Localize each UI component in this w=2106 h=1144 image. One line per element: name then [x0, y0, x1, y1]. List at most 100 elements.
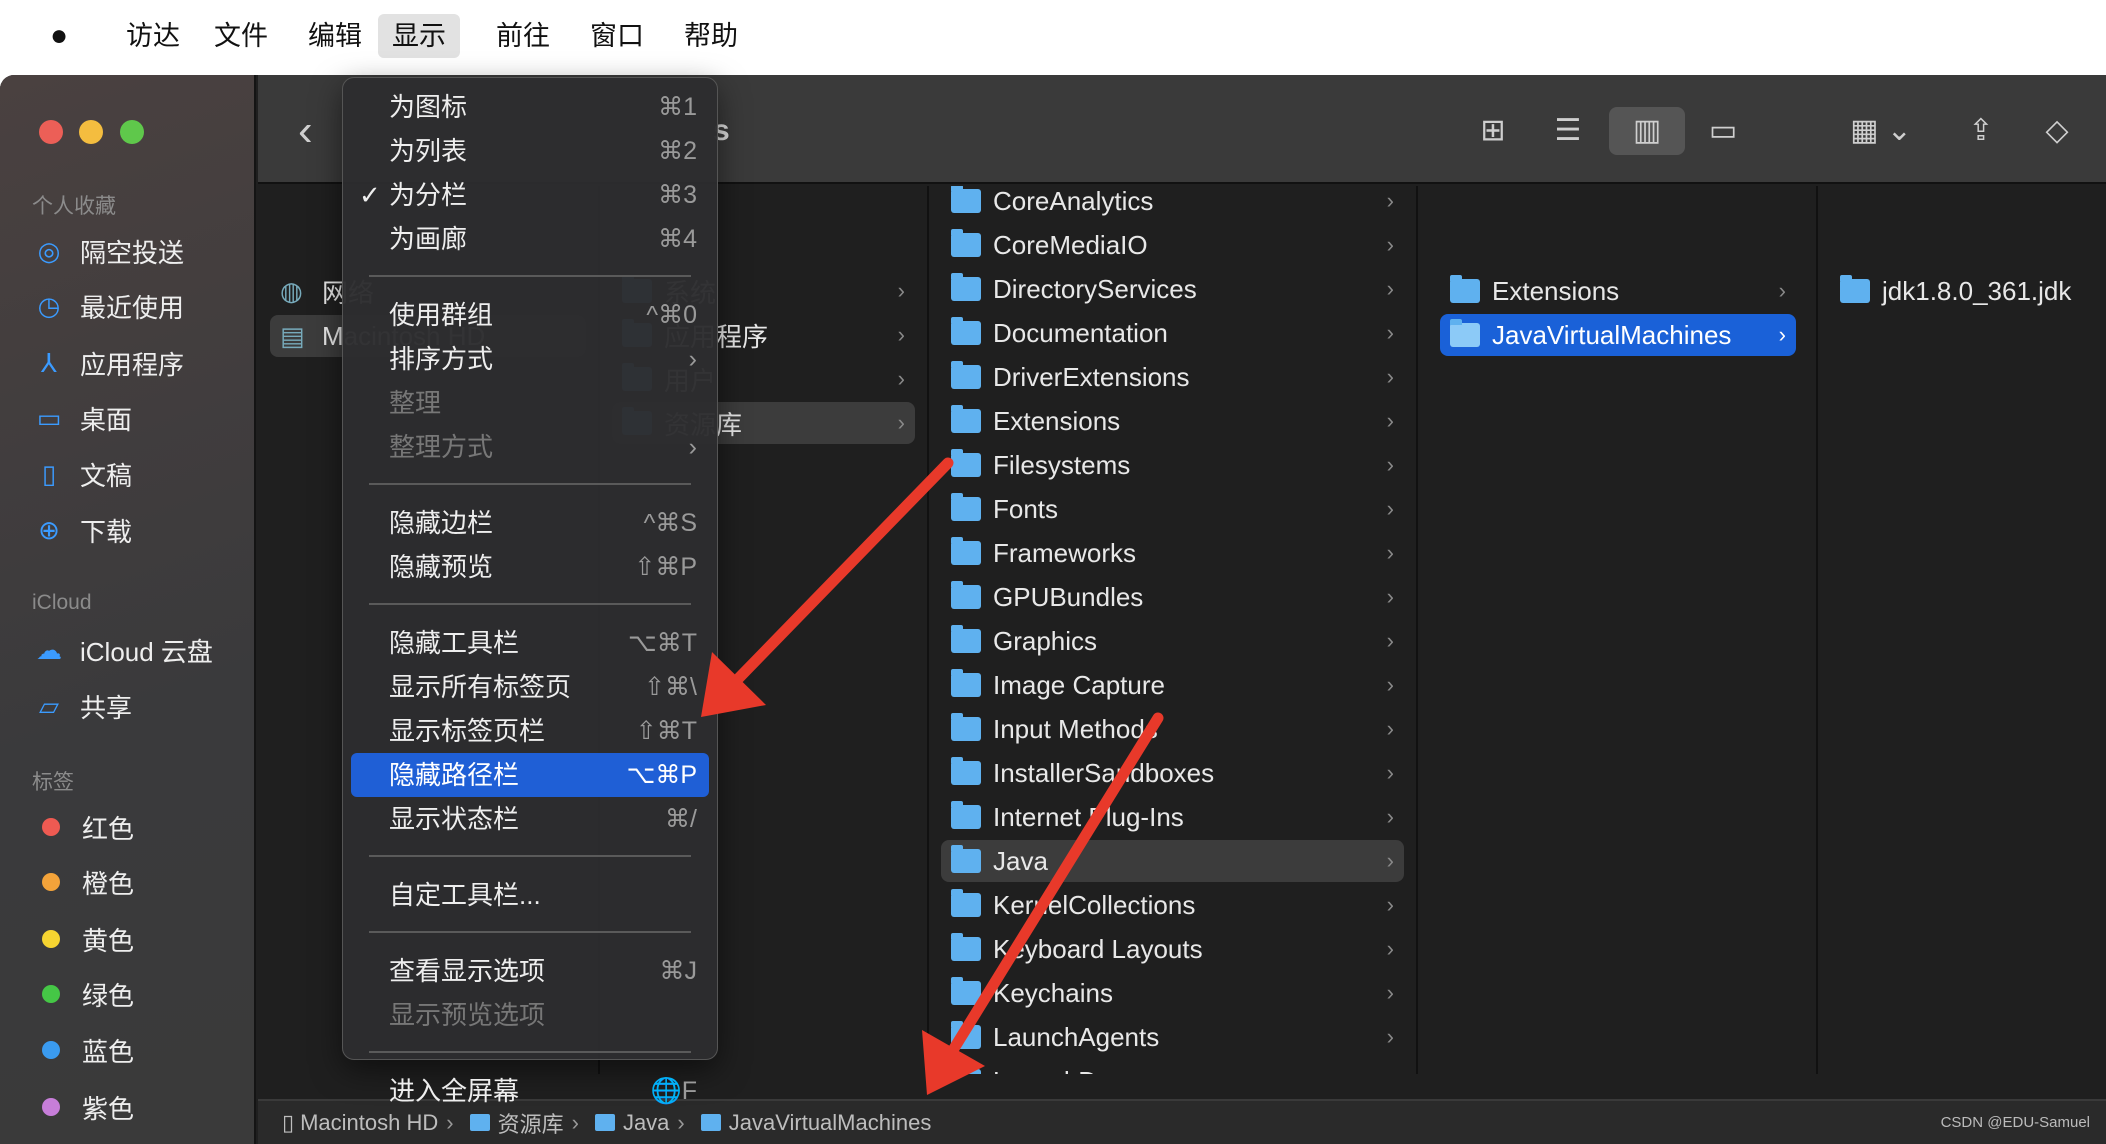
list-item[interactable]: JavaVirtualMachines › — [1440, 314, 1796, 356]
column-3[interactable]: CoreAnalytics › CoreMediaIO › DirectoryServi… — [929, 186, 1418, 1074]
tag-icon[interactable]: ◇ — [2040, 111, 2074, 151]
folder-icon — [951, 581, 981, 609]
item-label: Fonts — [993, 493, 1059, 524]
menu-item[interactable]: 隐藏边栏 ^⌘S — [351, 501, 709, 545]
menubar-item[interactable]: 访达 — [112, 14, 194, 58]
item-label: Java — [993, 845, 1048, 876]
menu-item[interactable]: 为图标 ⌘1 — [351, 85, 709, 129]
list-item[interactable]: DirectoryServices › — [941, 268, 1404, 310]
list-item[interactable]: jdk1.8.0_361.jdk — [1830, 270, 2094, 312]
list-item[interactable]: Keychains › — [941, 972, 1404, 1014]
item-label: LaunchDaemons — [993, 1066, 1190, 1075]
share-icon[interactable]: ⇪ — [1964, 111, 1998, 151]
menubar-item[interactable]: 前往 — [482, 14, 564, 58]
chevron-right-icon: › — [897, 278, 905, 303]
menu-item[interactable]: 自定工具栏... — [351, 873, 709, 917]
list-item[interactable]: LaunchAgents › — [941, 1016, 1404, 1058]
sidebar-item[interactable]: ▯ 文稿 — [34, 454, 132, 494]
path-item[interactable]: Java — [623, 1110, 669, 1136]
list-item[interactable]: Internet Plug-Ins › — [941, 796, 1404, 838]
sidebar-tag[interactable]: 绿色 — [34, 974, 134, 1014]
menu-item[interactable]: 隐藏预览 ⇧⌘P — [351, 545, 709, 589]
menu-item[interactable]: ✓ 为分栏 ⌘3 — [351, 173, 709, 217]
list-item[interactable]: DriverExtensions › — [941, 356, 1404, 398]
column-5[interactable]: jdk1.8.0_361.jdk — [1818, 186, 2106, 1074]
menu-item[interactable]: 查看显示选项 ⌘J — [351, 949, 709, 993]
list-item[interactable]: Extensions › — [941, 400, 1404, 442]
menu-item-label: 使用群组 — [389, 300, 494, 330]
path-item[interactable]: JavaVirtualMachines — [729, 1110, 932, 1136]
list-item[interactable]: KernelCollections › — [941, 884, 1404, 926]
menubar-item[interactable]: 显示 — [378, 14, 460, 58]
list-item[interactable]: Fonts › — [941, 488, 1404, 530]
menu-shortcut: › — [688, 345, 697, 373]
list-item[interactable]: Java › — [941, 840, 1404, 882]
list-item[interactable]: Image Capture › — [941, 664, 1404, 706]
menu-item[interactable]: 显示所有标签页 ⇧⌘\ — [351, 665, 709, 709]
sidebar-item[interactable]: ▱ 共享 — [34, 686, 132, 726]
list-item[interactable]: Keyboard Layouts › — [941, 928, 1404, 970]
menu-separator — [369, 931, 691, 933]
menu-item[interactable]: 使用群组 ^⌘0 — [351, 293, 709, 337]
menubar-item[interactable]: 帮助 — [670, 14, 752, 58]
sidebar-item[interactable]: ◷ 最近使用 — [34, 286, 184, 326]
sidebar-item-label: 文稿 — [80, 460, 133, 491]
gallery-view-icon[interactable]: ▭ — [1703, 111, 1743, 151]
menu-item-label: 显示状态栏 — [389, 804, 520, 834]
chevron-right-icon: › — [897, 366, 905, 391]
list-item[interactable]: LaunchDaemons › — [941, 1060, 1404, 1074]
zoom-button[interactable] — [120, 120, 144, 144]
sidebar-tag[interactable]: 红色 — [34, 807, 134, 847]
list-item[interactable]: GPUBundles › — [941, 576, 1404, 618]
list-item[interactable]: Frameworks › — [941, 532, 1404, 574]
minimize-button[interactable] — [79, 120, 103, 144]
list-item[interactable]: Graphics › — [941, 620, 1404, 662]
list-item[interactable]: InstallerSandboxes › — [941, 752, 1404, 794]
menu-item-label: 整理 — [389, 388, 442, 418]
grid-view-icon[interactable]: ⊞ — [1476, 111, 1510, 151]
list-item[interactable]: Filesystems › — [941, 444, 1404, 486]
column-4[interactable]: Extensions › JavaVirtualMachines › — [1418, 186, 1818, 1074]
menu-item[interactable]: 显示标签页栏 ⇧⌘T — [351, 709, 709, 753]
menu-item[interactable]: 显示状态栏 ⌘/ — [351, 797, 709, 841]
chevron-right-icon: › — [1386, 848, 1394, 873]
menubar-item[interactable]: 窗口 — [576, 14, 658, 58]
sidebar-item[interactable]: ◎ 隔空投送 — [34, 231, 184, 271]
path-item[interactable]: Macintosh HD — [300, 1110, 438, 1136]
sidebar-tag[interactable]: 蓝色 — [34, 1030, 134, 1070]
sidebar-item[interactable]: ☁ iCloud 云盘 — [34, 630, 213, 670]
folder-icon — [1840, 275, 1870, 303]
sidebar-tag[interactable]: 黄色 — [34, 919, 134, 959]
menu-item[interactable]: 为列表 ⌘2 — [351, 129, 709, 173]
list-view-icon[interactable]: ☰ — [1548, 111, 1588, 151]
column-view-icon[interactable]: ▥ — [1609, 107, 1685, 155]
sidebar-tag[interactable]: 紫色 — [34, 1087, 134, 1127]
list-item[interactable]: CoreMediaIO › — [941, 224, 1404, 266]
list-item[interactable]: Input Methods › — [941, 708, 1404, 750]
sidebar-item[interactable]: ▭ 桌面 — [34, 398, 132, 438]
sidebar-item[interactable]: ⅄ 应用程序 — [34, 343, 184, 383]
apple-menu-icon[interactable]: ● — [36, 14, 82, 58]
chevron-right-icon: › — [1386, 452, 1394, 477]
menu-item[interactable]: 进入全屏幕 🌐F — [351, 1069, 709, 1113]
list-item[interactable]: Documentation › — [941, 312, 1404, 354]
chevron-right-icon: › — [1386, 276, 1394, 301]
menu-item[interactable]: 隐藏工具栏 ⌥⌘T — [351, 621, 709, 665]
menu-item[interactable]: 隐藏路径栏 ⌥⌘P — [351, 753, 709, 797]
back-button[interactable]: ‹ — [298, 109, 313, 153]
item-label: Frameworks — [993, 537, 1137, 568]
folder-icon — [951, 757, 981, 785]
list-item[interactable]: Extensions › — [1440, 270, 1796, 312]
menu-item: 整理 — [351, 381, 709, 425]
sidebar-item-label: 下载 — [80, 516, 133, 547]
close-button[interactable] — [39, 120, 63, 144]
group-icon[interactable]: ▦ ⌄ — [1848, 111, 1914, 151]
menubar-item[interactable]: 文件 — [200, 14, 282, 58]
sidebar-item[interactable]: ⊕ 下载 — [34, 510, 132, 550]
sidebar-tag[interactable]: 橙色 — [34, 862, 134, 902]
menu-item[interactable]: 排序方式 › — [351, 337, 709, 381]
list-item[interactable]: CoreAnalytics › — [941, 186, 1404, 222]
menu-item[interactable]: 为画廊 ⌘4 — [351, 217, 709, 261]
menubar-item[interactable]: 编辑 — [294, 14, 376, 58]
chevron-right-icon: › — [1386, 804, 1394, 829]
